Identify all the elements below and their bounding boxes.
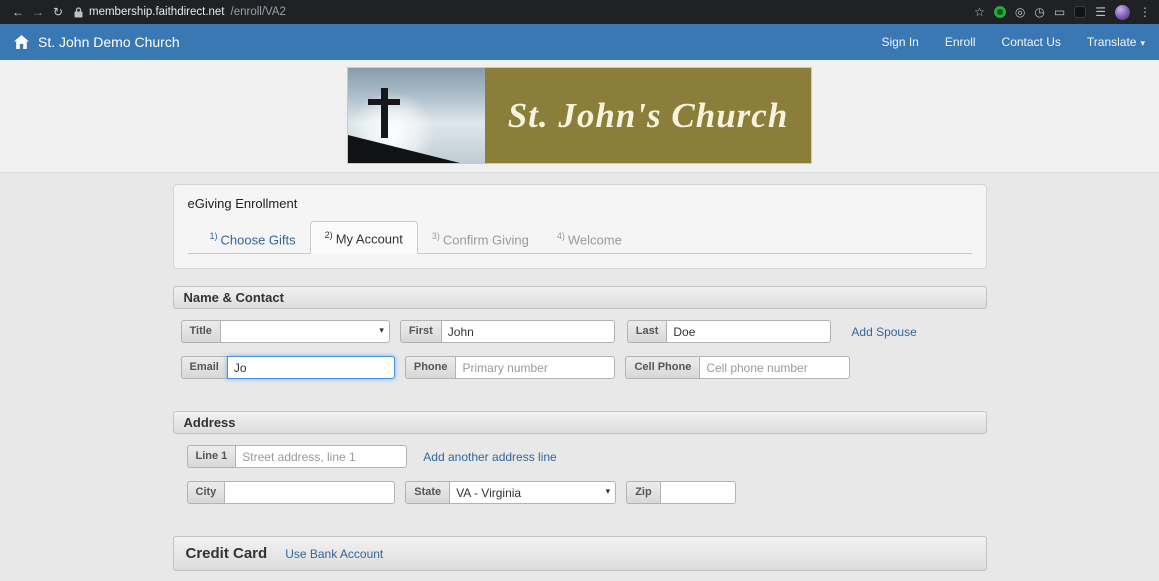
zip-group: Zip bbox=[626, 481, 736, 505]
state-group: State VA - Virginia ▾ bbox=[405, 481, 617, 505]
banner-title-box: St. John's Church bbox=[485, 68, 811, 163]
check-circle-extension-icon[interactable]: ◎ bbox=[1015, 6, 1025, 18]
nav-contact-us[interactable]: Contact Us bbox=[1002, 35, 1061, 49]
first-name-input[interactable] bbox=[440, 320, 615, 344]
site-navbar: St. John Demo Church Sign In Enroll Cont… bbox=[0, 24, 1159, 60]
tab-label: Choose Gifts bbox=[220, 232, 296, 248]
state-select[interactable]: VA - Virginia bbox=[449, 481, 617, 505]
phone-label: Phone bbox=[404, 356, 456, 380]
menu-kebab-icon[interactable]: ⋮ bbox=[1139, 6, 1151, 18]
credit-card-section: Credit Card Use Bank Account VISA Master… bbox=[172, 536, 987, 581]
brand: St. John Demo Church bbox=[14, 34, 180, 50]
name-contact-heading: Name & Contact bbox=[172, 286, 987, 310]
tab-label: Confirm Giving bbox=[442, 232, 529, 248]
church-roof-base bbox=[348, 153, 418, 163]
email-label: Email bbox=[180, 356, 227, 380]
url-path: /enroll/VA2 bbox=[230, 6, 286, 18]
city-label: City bbox=[186, 481, 225, 505]
nav-translate[interactable]: Translate ▾ bbox=[1087, 35, 1145, 49]
title-select[interactable] bbox=[219, 320, 390, 344]
banner-cross-photo bbox=[348, 68, 485, 163]
home-icon[interactable] bbox=[14, 35, 29, 49]
last-name-group: Last bbox=[626, 320, 832, 344]
history-extension-icon[interactable]: ◷ bbox=[1034, 6, 1044, 18]
tab-number: 2) bbox=[324, 230, 333, 240]
enrollment-tabs: 1) Choose Gifts 2) My Account 3) Confirm Gi… bbox=[187, 221, 972, 255]
line1-input[interactable] bbox=[235, 445, 408, 469]
bookmark-star-icon[interactable]: ☆ bbox=[974, 6, 985, 18]
use-bank-account-link[interactable]: Use Bank Account bbox=[285, 547, 383, 561]
tab-number: 4) bbox=[556, 231, 565, 241]
nav-enroll[interactable]: Enroll bbox=[945, 35, 976, 49]
first-name-label: First bbox=[399, 320, 441, 344]
chevron-down-icon: ▾ bbox=[1140, 38, 1145, 48]
banner-strip: St. John's Church bbox=[0, 60, 1159, 173]
church-banner: St. John's Church bbox=[348, 68, 811, 163]
forward-icon[interactable]: → bbox=[28, 5, 48, 19]
pip-icon[interactable]: ▭ bbox=[1054, 6, 1065, 18]
card-logos: VISA MasterCard DISCOVER AMERICAN EXPRES… bbox=[173, 571, 987, 581]
list-extension-icon[interactable]: ☰ bbox=[1095, 6, 1106, 18]
cell-phone-input[interactable] bbox=[699, 356, 851, 380]
tab-number: 3) bbox=[431, 231, 440, 241]
browser-chrome: ← → ↻ membership.faithdirect.net/enroll/… bbox=[0, 0, 1159, 24]
tab-welcome: 4) Welcome bbox=[543, 223, 636, 254]
city-group: City bbox=[186, 481, 396, 505]
back-icon[interactable]: ← bbox=[8, 5, 28, 19]
tab-label: My Account bbox=[335, 231, 403, 247]
line1-label: Line 1 bbox=[186, 445, 236, 469]
address-heading: Address bbox=[172, 411, 987, 435]
zip-input[interactable] bbox=[659, 481, 736, 505]
credit-card-heading: Credit Card bbox=[185, 545, 268, 563]
phone-group: Phone bbox=[404, 356, 616, 380]
enrollment-panel: eGiving Enrollment 1) Choose Gifts 2) My A… bbox=[172, 184, 987, 270]
site-title: St. John Demo Church bbox=[38, 34, 180, 50]
address-section: Address Line 1 Add another address line … bbox=[172, 411, 987, 519]
title-group: Title ▾ bbox=[180, 320, 390, 344]
email-group: Email bbox=[180, 356, 395, 380]
title-label: Title bbox=[180, 320, 220, 344]
tab-choose-gifts[interactable]: 1) Choose Gifts bbox=[196, 223, 310, 254]
first-name-group: First bbox=[399, 320, 615, 344]
adblock-extension-icon[interactable] bbox=[993, 6, 1006, 18]
lock-icon bbox=[74, 6, 83, 17]
tab-my-account[interactable]: 2) My Account bbox=[309, 221, 418, 255]
credit-card-header: Credit Card Use Bank Account bbox=[172, 536, 987, 572]
main-content: eGiving Enrollment 1) Choose Gifts 2) My A… bbox=[172, 184, 987, 581]
tab-label: Welcome bbox=[567, 232, 622, 248]
nav-translate-label: Translate bbox=[1086, 35, 1137, 49]
address-bar[interactable]: membership.faithdirect.net/enroll/VA2 bbox=[74, 6, 964, 18]
nav-sign-in[interactable]: Sign In bbox=[881, 35, 918, 49]
add-spouse-link[interactable]: Add Spouse bbox=[851, 325, 916, 339]
phone-input[interactable] bbox=[455, 356, 616, 380]
address-line1-group: Line 1 bbox=[186, 445, 408, 469]
profile-avatar[interactable] bbox=[1115, 4, 1130, 20]
last-name-label: Last bbox=[626, 320, 667, 344]
state-label: State bbox=[405, 481, 450, 505]
tab-number: 1) bbox=[209, 231, 218, 241]
cross-icon bbox=[381, 88, 388, 138]
last-name-input[interactable] bbox=[666, 320, 832, 344]
cell-phone-label: Cell Phone bbox=[625, 356, 700, 380]
name-contact-section: Name & Contact Title ▾ First Last bbox=[172, 286, 987, 394]
tab-confirm-giving: 3) Confirm Giving bbox=[418, 223, 543, 254]
url-host: membership.faithdirect.net bbox=[89, 6, 225, 18]
enrollment-title: eGiving Enrollment bbox=[187, 196, 298, 211]
zip-label: Zip bbox=[626, 481, 660, 505]
church-name: St. John's Church bbox=[507, 95, 789, 135]
city-input[interactable] bbox=[224, 481, 396, 505]
email-input[interactable] bbox=[226, 356, 395, 380]
dark-extension-icon[interactable] bbox=[1074, 6, 1087, 18]
cell-phone-group: Cell Phone bbox=[625, 356, 851, 380]
add-address-line-link[interactable]: Add another address line bbox=[423, 450, 556, 464]
cross-icon-arm bbox=[368, 99, 400, 105]
reload-icon[interactable]: ↻ bbox=[48, 5, 68, 19]
